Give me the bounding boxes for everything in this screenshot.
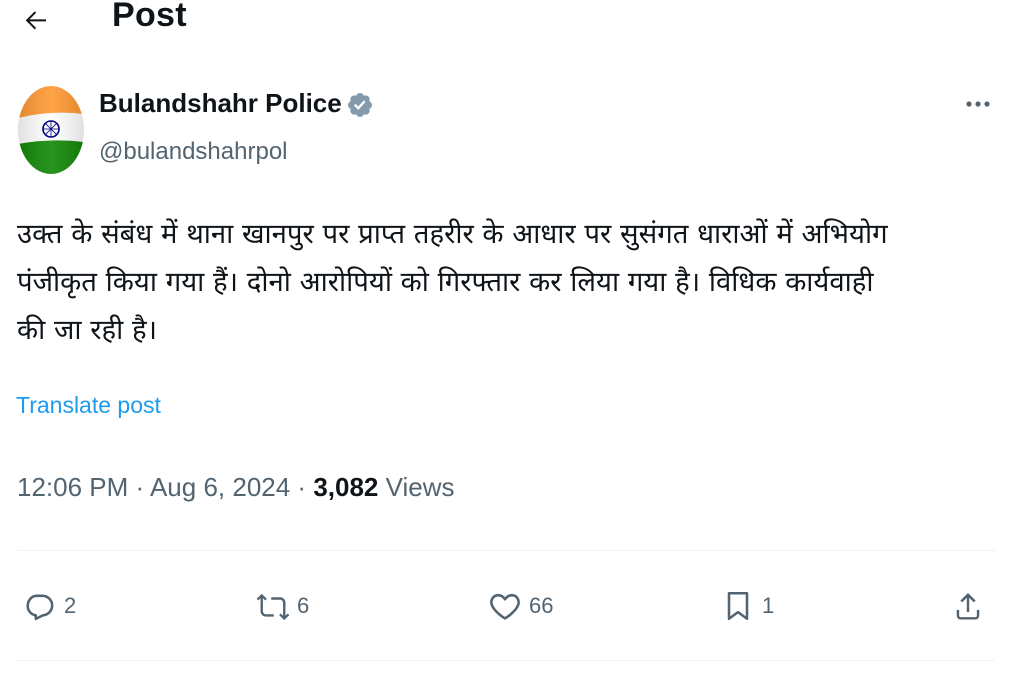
india-flag-avatar-image — [18, 86, 84, 174]
meta-separator: · — [128, 472, 150, 502]
page-title: Post — [112, 0, 187, 34]
views-label: Views — [378, 472, 455, 502]
arrow-left-icon — [25, 11, 46, 30]
repost-count: 6 — [297, 593, 310, 618]
post-text: उक्त के संबंध में थाना खानपुर पर प्राप्त… — [17, 218, 888, 346]
share-button[interactable] — [950, 582, 986, 630]
bookmark-count: 1 — [762, 593, 775, 618]
like-count: 66 — [529, 593, 554, 618]
repost-icon — [256, 593, 290, 621]
post-metadata: 12:06 PM · Aug 6, 2024 · 3,082 Views — [17, 472, 455, 503]
avatar[interactable] — [18, 84, 84, 176]
reply-button[interactable]: 2 — [22, 582, 76, 630]
bookmark-button[interactable]: 1 — [720, 582, 774, 630]
author-name[interactable]: Bulandshahr Police — [99, 88, 342, 119]
more-options-button[interactable] — [958, 92, 998, 116]
verified-badge-icon — [346, 91, 374, 119]
author-handle[interactable]: @bulandshahrpol — [99, 138, 288, 166]
post-date[interactable]: Aug 6, 2024 — [150, 472, 290, 502]
like-button[interactable]: 66 — [487, 582, 553, 630]
post-time[interactable]: 12:06 PM — [17, 472, 128, 502]
views-count: 3,082 — [313, 472, 379, 502]
meta-separator: · — [290, 472, 314, 502]
top-bar: Post — [0, 0, 1024, 52]
translate-post-link[interactable]: Translate post — [16, 392, 161, 419]
divider — [17, 550, 995, 551]
reply-icon — [26, 594, 54, 621]
reply-count: 2 — [64, 593, 77, 618]
back-button[interactable] — [18, 2, 54, 38]
repost-button[interactable]: 6 — [255, 582, 309, 630]
divider — [17, 660, 995, 661]
heart-icon — [490, 593, 520, 620]
more-horizontal-icon — [966, 101, 990, 107]
bookmark-icon — [727, 591, 749, 621]
share-icon — [956, 592, 980, 620]
action-bar: 2 6 66 1 — [0, 582, 1024, 632]
